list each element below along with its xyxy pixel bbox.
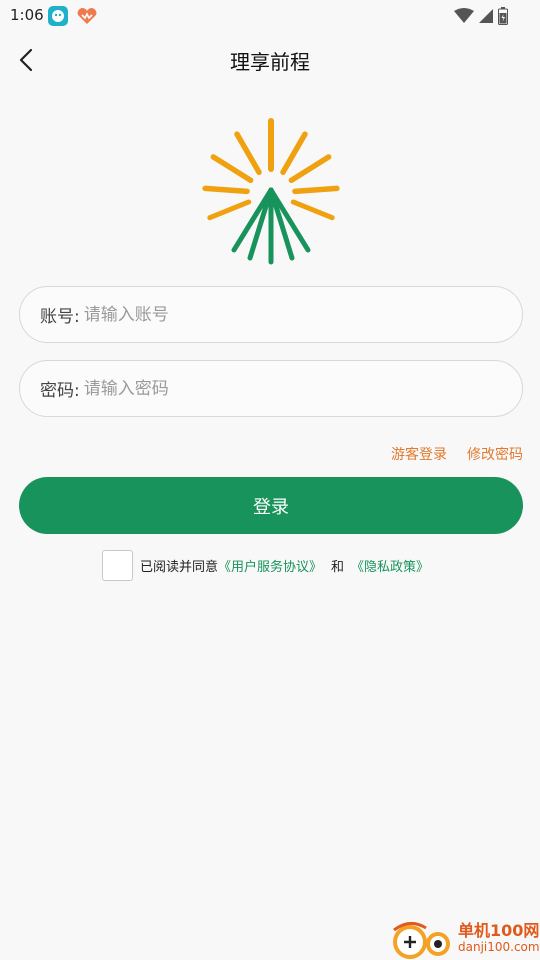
watermark: 单机100网 danji100.com [386, 916, 540, 960]
wifi-icon [454, 8, 474, 23]
agreement-prefix: 已阅读并同意 [140, 560, 219, 575]
logo-green-ray [231, 187, 274, 253]
status-bar: 1:06 [0, 0, 540, 32]
signal-icon [479, 9, 493, 23]
watermark-name: 单机100网 [458, 920, 540, 940]
password-input[interactable] [83, 378, 444, 399]
logo-green-ray [268, 187, 311, 253]
logo-ray [290, 199, 335, 221]
heart-app-icon [76, 7, 98, 25]
logo-ray [280, 131, 308, 175]
password-label: 密码: [40, 381, 80, 401]
logo-green-ray [268, 187, 295, 261]
account-field[interactable]: 账号: [19, 286, 523, 343]
logo-ray [292, 185, 340, 195]
logo-ray [288, 154, 332, 184]
agreement-and: 和 [331, 560, 345, 575]
status-time: 1:06 [10, 6, 44, 24]
sunburst-logo [202, 118, 340, 265]
app-logo [200, 118, 342, 268]
agreement-row: 已阅读并同意 《用户服务协议》 和 《隐私政策》 [102, 550, 429, 581]
logo-green-ray [247, 187, 274, 261]
privacy-policy-link[interactable]: 《隐私政策》 [351, 556, 429, 575]
status-icons [454, 6, 508, 26]
login-button[interactable]: 登录 [19, 477, 523, 534]
user-agreement-link[interactable]: 《用户服务协议》 [218, 556, 322, 575]
guest-login-link[interactable]: 游客登录 [391, 444, 447, 464]
page-title: 理享前程 [230, 50, 310, 74]
auth-links: 游客登录 修改密码 [391, 444, 523, 464]
app-notification-icon [48, 6, 68, 26]
account-input[interactable] [83, 304, 444, 325]
app-header: 理享前程 [0, 32, 540, 88]
logo-ray [207, 199, 252, 221]
watermark-url: danji100.com [458, 939, 540, 954]
account-label: 账号: [40, 307, 80, 327]
password-field[interactable]: 密码: [19, 360, 523, 417]
logo-ray [202, 185, 250, 195]
change-password-link[interactable]: 修改密码 [467, 444, 523, 464]
logo-ray [210, 154, 254, 184]
agreement-checkbox[interactable] [102, 550, 133, 581]
battery-icon [498, 7, 508, 25]
watermark-logo-icon [393, 922, 450, 959]
logo-ray [234, 131, 262, 175]
